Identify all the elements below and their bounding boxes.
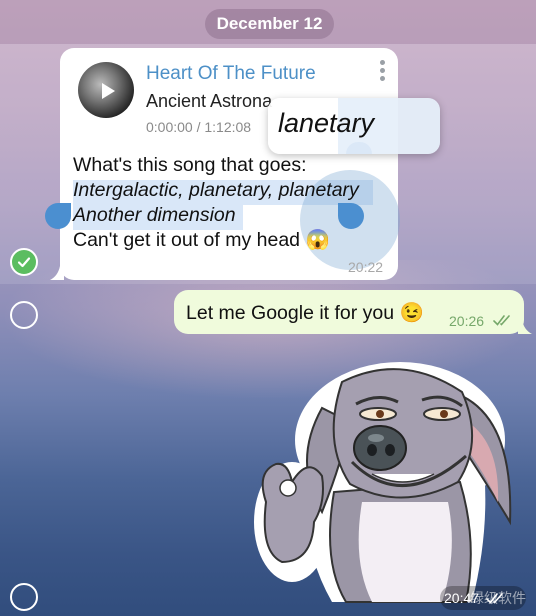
text-magnifier: lanetary [268,98,440,154]
message-select-circle[interactable] [10,301,38,329]
watermark-text: 绿级软件 [470,590,526,606]
audio-title: Heart Of The Future [146,63,316,84]
audio-artist: Ancient Astrona [146,91,273,111]
read-double-check-icon [493,315,510,326]
bubble-tail [518,320,532,334]
message-line: What's this song that goes: [73,154,307,176]
message-line: Another dimension [73,204,236,226]
selection-end-handle[interactable] [338,203,364,229]
message-line: Can't get it out of my head 😱 [73,229,330,251]
more-options-icon[interactable] [376,60,388,84]
message-text[interactable]: What's this song that goes: Intergalacti… [73,153,359,253]
dog-sticker[interactable] [252,352,522,610]
play-icon[interactable] [96,80,118,102]
outgoing-timestamp: 20:26 [449,313,485,329]
date-chip: December 12 [205,9,334,39]
audio-duration: 0:00:00 / 1:12:08 [146,119,252,135]
outgoing-message-text[interactable]: Let me Google it for you 😉 [186,301,424,325]
incoming-timestamp: 20:22 [348,259,384,275]
sticker-select-circle[interactable] [10,583,38,611]
message-line: Intergalactic, planetary, planetary [73,179,359,201]
magnifier-text: lanetary [278,108,375,138]
message-selected-check-icon[interactable] [10,248,38,276]
selection-start-handle[interactable] [45,203,71,229]
